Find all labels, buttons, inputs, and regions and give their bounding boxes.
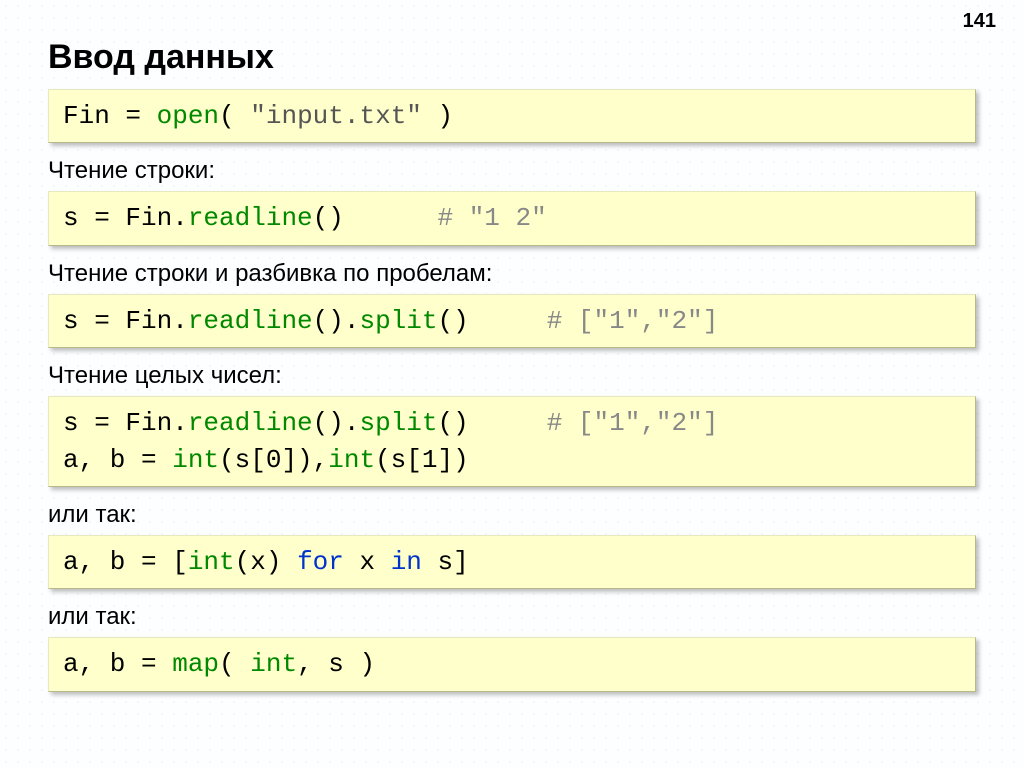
- code-token: a, b = [: [63, 547, 188, 577]
- content-area: Fin = open( "input.txt" )Чтение строки:s…: [48, 89, 976, 692]
- code-block: a, b = [int(x) for x in s]: [48, 535, 976, 589]
- code-token: split: [359, 408, 437, 438]
- code-token: ().: [313, 306, 360, 336]
- code-token: readline: [188, 408, 313, 438]
- code-token: (: [219, 649, 250, 679]
- code-token: "input.txt": [250, 101, 422, 131]
- code-block: s = Fin.readline().split() # ["1","2"]: [48, 294, 976, 348]
- code-token: , s ): [297, 649, 375, 679]
- code-token: readline: [188, 306, 313, 336]
- code-token: (): [437, 306, 546, 336]
- code-token: in: [391, 547, 422, 577]
- code-token: for: [297, 547, 344, 577]
- code-token: map: [172, 649, 219, 679]
- page-title: Ввод данных: [48, 38, 976, 77]
- code-token: a, b =: [63, 445, 172, 475]
- code-token: (: [219, 101, 250, 131]
- page-number: 141: [963, 10, 996, 33]
- code-token: (): [313, 203, 438, 233]
- code-token: ): [422, 101, 453, 131]
- code-token: (s[0]),: [219, 445, 328, 475]
- section-label: или так:: [48, 603, 976, 631]
- code-token: a, b =: [63, 649, 172, 679]
- code-token: int: [328, 445, 375, 475]
- section-label: Чтение строки:: [48, 157, 976, 185]
- code-token: x: [344, 547, 391, 577]
- code-token: int: [250, 649, 297, 679]
- code-token: # ["1","2"]: [547, 408, 719, 438]
- code-token: # "1 2": [437, 203, 546, 233]
- code-block: Fin = open( "input.txt" ): [48, 89, 976, 143]
- code-token: s = Fin.: [63, 203, 188, 233]
- code-token: # ["1","2"]: [547, 306, 719, 336]
- code-token: Fin =: [63, 101, 157, 131]
- code-block: s = Fin.readline() # "1 2": [48, 191, 976, 245]
- section-label: Чтение строки и разбивка по пробелам:: [48, 260, 976, 288]
- code-token: s = Fin.: [63, 408, 188, 438]
- section-label: Чтение целых чисел:: [48, 362, 976, 390]
- code-token: (s[1]): [375, 445, 469, 475]
- code-token: int: [188, 547, 235, 577]
- code-token: split: [359, 306, 437, 336]
- code-token: s]: [422, 547, 469, 577]
- code-token: ().: [313, 408, 360, 438]
- code-token: (): [437, 408, 546, 438]
- section-label: или так:: [48, 501, 976, 529]
- code-token: s = Fin.: [63, 306, 188, 336]
- code-block: s = Fin.readline().split() # ["1","2"] a…: [48, 396, 976, 487]
- code-token: (x): [235, 547, 297, 577]
- code-token: open: [157, 101, 219, 131]
- code-token: readline: [188, 203, 313, 233]
- code-block: a, b = map( int, s ): [48, 637, 976, 691]
- code-token: int: [172, 445, 219, 475]
